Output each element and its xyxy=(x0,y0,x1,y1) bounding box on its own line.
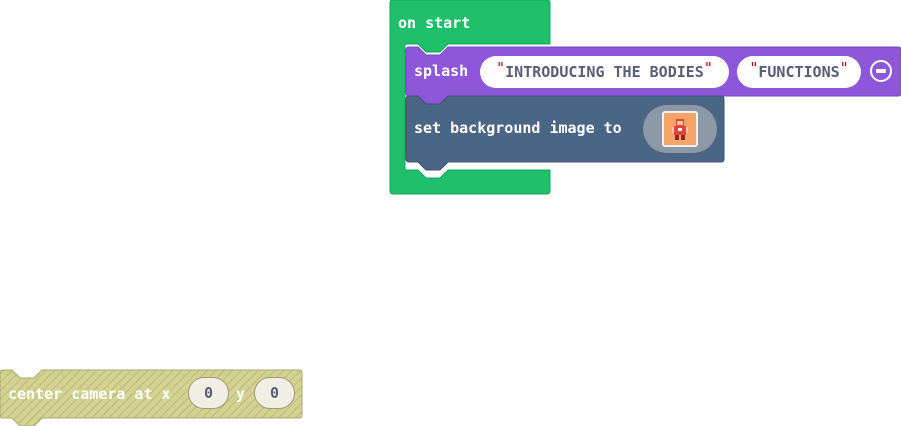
background-image-picker[interactable] xyxy=(643,105,717,153)
splash-text-input-1[interactable]: " INTRODUCING THE BODIES " xyxy=(480,56,729,88)
on-start-label: on start xyxy=(398,14,471,32)
camera-x-input[interactable]: 0 xyxy=(188,377,229,409)
splash-label: splash xyxy=(414,62,469,80)
set-background-label: set background image to xyxy=(414,119,622,137)
close-quote-mark: " xyxy=(703,59,713,77)
close-quote-mark: " xyxy=(839,59,849,77)
center-camera-label: center camera at x xyxy=(8,385,171,403)
open-quote-mark: " xyxy=(496,59,506,77)
splash-arg1-value: INTRODUCING THE BODIES xyxy=(505,63,704,81)
open-quote-mark: " xyxy=(749,59,759,77)
camera-y-input[interactable]: 0 xyxy=(254,377,295,409)
minus-circle-icon[interactable] xyxy=(870,60,892,82)
splash-text-input-2[interactable]: " FUNCTIONS " xyxy=(737,56,861,88)
red-character-image-icon xyxy=(662,111,698,147)
center-camera-y-label: y xyxy=(236,385,246,403)
splash-arg2-value: FUNCTIONS xyxy=(758,63,840,81)
character-sprite-icon xyxy=(664,113,696,145)
